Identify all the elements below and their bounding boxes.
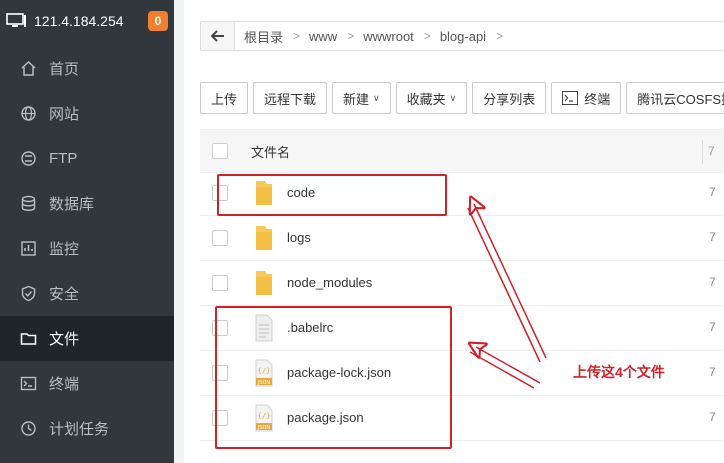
column-divider	[702, 140, 703, 164]
new-dropdown-button[interactable]: 新建 ∨	[332, 82, 391, 114]
new-button-label: 新建	[343, 91, 370, 107]
chevron-right-icon: >	[496, 29, 504, 43]
select-all-checkbox[interactable]	[212, 143, 228, 159]
chevron-down-icon: ∨	[449, 92, 457, 103]
cell-next: 7	[709, 320, 716, 334]
upload-button[interactable]: 上传	[200, 82, 249, 114]
table-row[interactable]: node_modules 7	[200, 261, 724, 306]
chevron-right-icon: >	[347, 29, 355, 43]
sidebar-item-terminal[interactable]: 终端	[0, 361, 174, 406]
sidebar-item-website[interactable]: 网站	[0, 91, 174, 136]
cell-next: 7	[709, 410, 716, 424]
annotation-text: 上传这4个文件	[573, 364, 665, 380]
sidebar-item-database[interactable]: 数据库	[0, 181, 174, 226]
breadcrumb-item-www[interactable]: www >	[300, 29, 354, 44]
chevron-right-icon: >	[423, 29, 431, 43]
notification-badge[interactable]: 0	[148, 11, 168, 31]
chevron-right-icon: >	[293, 29, 301, 43]
cell-next: 7	[709, 365, 716, 379]
terminal-button-label: 终端	[584, 91, 611, 107]
terminal-button[interactable]: 终端	[551, 82, 622, 114]
sidebar-item-label: 文件	[49, 331, 80, 348]
sidebar-item-cron[interactable]: 计划任务	[0, 406, 174, 451]
file-table-header: 文件名 7	[200, 129, 724, 173]
breadcrumb-item-blog-api[interactable]: blog-api >	[431, 29, 503, 44]
row-checkbox[interactable]	[212, 275, 228, 291]
back-button[interactable]	[201, 22, 235, 50]
cosfs-mount-button[interactable]: 腾讯云COSFS挂	[626, 82, 724, 114]
terminal-icon	[20, 375, 37, 392]
sidebar: 121.4.184.254 0 首页 网站 FTP 数据库 监控 安全 文件 终…	[0, 0, 174, 463]
server-header[interactable]: 121.4.184.254 0	[0, 0, 174, 41]
sidebar-item-label: 首页	[49, 61, 80, 78]
column-header-filename[interactable]: 文件名	[251, 142, 290, 161]
monitor-icon	[20, 240, 37, 257]
row-checkbox[interactable]	[212, 230, 228, 246]
cell-next: 7	[709, 185, 716, 199]
sidebar-item-home[interactable]: 首页	[0, 46, 174, 91]
sidebar-item-label: 安全	[49, 286, 80, 303]
table-row[interactable]: logs 7	[200, 216, 724, 261]
sidebar-item-label: 数据库	[49, 196, 95, 213]
globe-icon	[20, 105, 37, 122]
breadcrumb: 根目录 > www > wwwroot > blog-api >	[200, 21, 724, 51]
remote-download-button[interactable]: 远程下载	[253, 82, 328, 114]
sidebar-item-label: 监控	[49, 241, 80, 258]
terminal-icon	[562, 91, 579, 105]
database-icon	[20, 195, 37, 212]
file-name[interactable]: logs	[287, 230, 311, 245]
cell-next: 7	[709, 275, 716, 289]
breadcrumb-item-wwwroot[interactable]: wwwroot >	[354, 29, 431, 44]
arrow-left-icon	[210, 30, 224, 42]
column-header-next[interactable]: 7	[708, 144, 715, 158]
folder-icon	[256, 226, 272, 250]
favorites-button-label: 收藏夹	[406, 91, 446, 107]
sidebar-item-files[interactable]: 文件	[0, 316, 174, 361]
server-ip: 121.4.184.254	[34, 12, 124, 29]
breadcrumb-item-root[interactable]: 根目录 >	[235, 27, 300, 46]
sidebar-item-label: FTP	[49, 150, 78, 167]
annotation-box-files	[215, 306, 452, 449]
chevron-down-icon: ∨	[373, 92, 380, 103]
sidebar-item-label: 网站	[49, 106, 80, 123]
file-toolbar: 上传 远程下载 新建∨ 收藏夹∨ 分享列表 终端 腾讯云COSFS挂	[200, 82, 724, 114]
favorites-dropdown-button[interactable]: 收藏夹 ∨	[395, 82, 468, 114]
file-name[interactable]: node_modules	[287, 275, 372, 290]
sidebar-item-label: 计划任务	[49, 421, 110, 438]
folder-icon	[20, 330, 37, 347]
sidebar-item-ftp[interactable]: FTP	[0, 136, 174, 181]
sidebar-item-security[interactable]: 安全	[0, 271, 174, 316]
shield-icon	[20, 285, 37, 302]
annotation-box-code	[217, 174, 447, 216]
cell-next: 7	[709, 230, 716, 244]
sidebar-item-monitor[interactable]: 监控	[0, 226, 174, 271]
clock-icon	[20, 420, 37, 437]
folder-icon	[256, 271, 272, 295]
home-icon	[20, 60, 37, 77]
share-list-button[interactable]: 分享列表	[472, 82, 547, 114]
computer-icon	[6, 13, 26, 27]
sidebar-item-label: 终端	[49, 376, 80, 393]
ftp-icon	[20, 150, 37, 167]
